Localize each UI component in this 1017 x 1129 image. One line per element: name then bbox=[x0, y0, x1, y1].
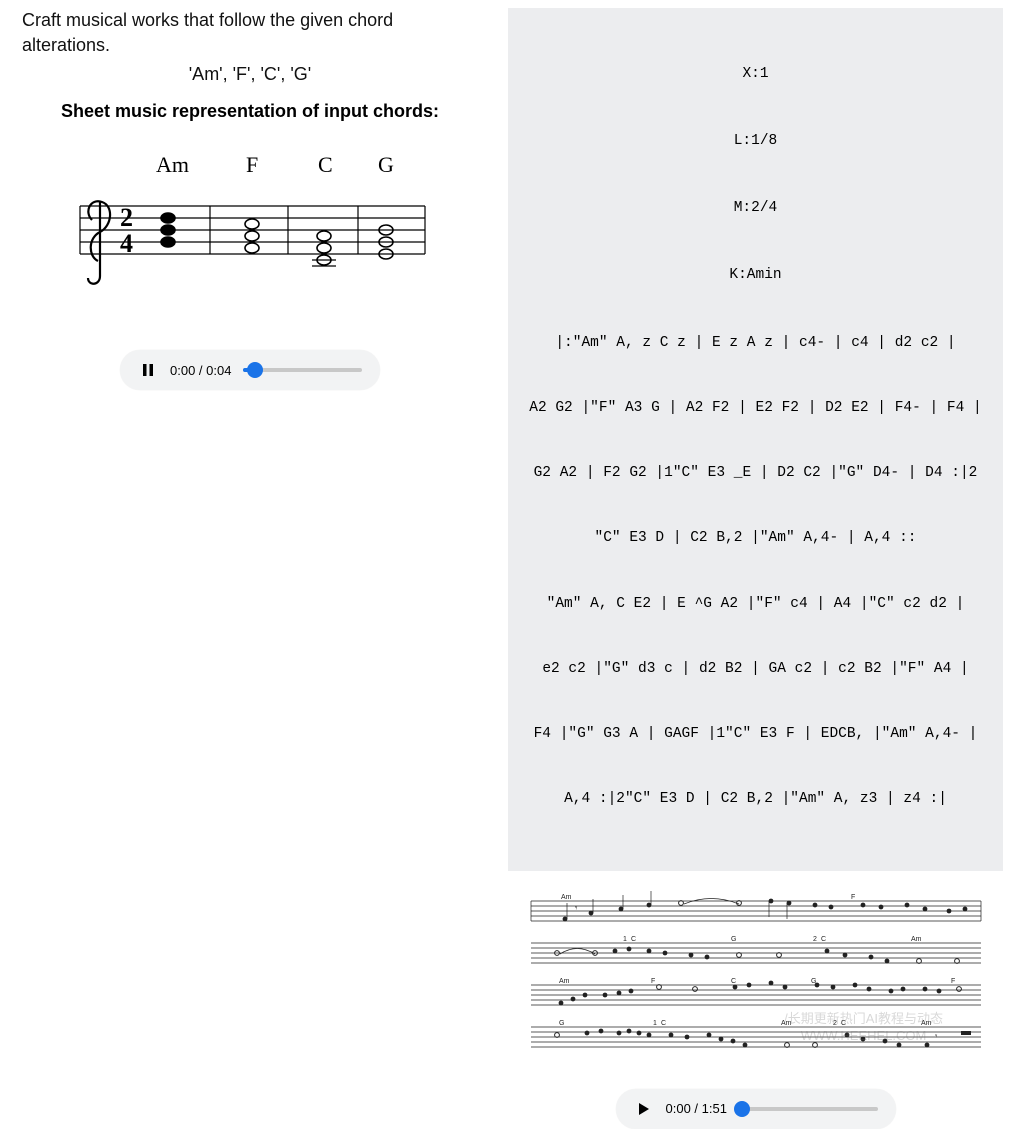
svg-text:C: C bbox=[841, 1020, 846, 1027]
left-panel: Craft musical works that follow the give… bbox=[0, 0, 500, 625]
chords-input: 'Am', 'F', 'C', 'G' bbox=[22, 64, 478, 85]
svg-text:F: F bbox=[951, 978, 955, 985]
pause-button[interactable] bbox=[138, 360, 158, 380]
abc-header-k: K:Amin bbox=[518, 265, 993, 287]
svg-text:Am: Am bbox=[781, 1020, 792, 1027]
svg-text:F: F bbox=[851, 894, 855, 901]
output-sheet-music: Am F 𝄾 bbox=[508, 889, 1003, 1069]
svg-text:𝄾: 𝄾 bbox=[575, 903, 578, 913]
svg-text:𝄾: 𝄾 bbox=[935, 1031, 938, 1041]
input-audio-time: 0:00 / 0:04 bbox=[170, 363, 231, 378]
abc-body-line: "C" E3 D | C2 B,2 |"Am" A,4- | A,4 :: bbox=[518, 528, 993, 550]
chord-c-notes bbox=[312, 231, 336, 266]
abc-header-x: X:1 bbox=[518, 64, 993, 86]
abc-body-line: "Am" A, C E2 | E ^G A2 |"F" c4 | A4 |"C"… bbox=[518, 594, 993, 616]
timesig-bottom: 4 bbox=[120, 229, 133, 258]
sheet-heading: Sheet music representation of input chor… bbox=[22, 101, 478, 122]
svg-text:F: F bbox=[651, 978, 655, 985]
chord-label-0: Am bbox=[156, 152, 189, 177]
abc-header-l: L:1/8 bbox=[518, 131, 993, 153]
chord-am-notes bbox=[161, 213, 175, 247]
svg-text:Am: Am bbox=[561, 894, 572, 901]
pause-icon bbox=[141, 363, 155, 377]
svg-text:Am: Am bbox=[911, 936, 922, 943]
chord-label-2: C bbox=[318, 152, 333, 177]
chord-label-1: F bbox=[246, 152, 258, 177]
abc-header-m: M:2/4 bbox=[518, 198, 993, 220]
svg-text:2: 2 bbox=[813, 936, 817, 943]
prompt-text: Craft musical works that follow the give… bbox=[22, 8, 478, 58]
chord-label-3: G bbox=[378, 152, 394, 177]
abc-body-line: F4 |"G" G3 A | GAGF |1"C" E3 F | EDCB, |… bbox=[518, 724, 993, 746]
abc-notation-block: X:1 L:1/8 M:2/4 K:Amin |:"Am" A, z C z |… bbox=[508, 8, 1003, 871]
output-audio-slider[interactable] bbox=[739, 1107, 878, 1111]
abc-body-line: A,4 :|2"C" E3 D | C2 B,2 |"Am" A, z3 | z… bbox=[518, 789, 993, 811]
play-button[interactable] bbox=[634, 1099, 654, 1119]
svg-text:G: G bbox=[559, 1020, 564, 1027]
abc-body-line: e2 c2 |"G" d3 c | d2 B2 | GA c2 | c2 B2 … bbox=[518, 659, 993, 681]
chord-f-notes bbox=[245, 219, 259, 253]
output-audio-time: 0:00 / 1:51 bbox=[666, 1101, 727, 1116]
svg-text:1: 1 bbox=[653, 1020, 657, 1027]
play-icon bbox=[637, 1102, 651, 1116]
output-audio-player: 0:00 / 1:51 bbox=[616, 1089, 896, 1129]
svg-text:C: C bbox=[731, 978, 736, 985]
input-audio-slider[interactable] bbox=[243, 368, 362, 372]
svg-text:Am: Am bbox=[559, 978, 570, 985]
right-panel: X:1 L:1/8 M:2/4 K:Amin |:"Am" A, z C z |… bbox=[500, 0, 1017, 625]
abc-body-line: G2 A2 | F2 G2 |1"C" E3 _E | D2 C2 |"G" D… bbox=[518, 463, 993, 485]
svg-text:C: C bbox=[821, 936, 826, 943]
svg-text:1: 1 bbox=[623, 936, 627, 943]
input-sheet-music: Am F C G 2 4 bbox=[22, 146, 478, 306]
input-audio-player: 0:00 / 0:04 bbox=[120, 350, 380, 390]
abc-body-line: |:"Am" A, z C z | E z A z | c4- | c4 | d… bbox=[518, 333, 993, 355]
svg-text:C: C bbox=[631, 936, 636, 943]
abc-body-line: A2 G2 |"F" A3 G | A2 F2 | E2 F2 | D2 E2 … bbox=[518, 398, 993, 420]
timesig-top: 2 bbox=[120, 203, 133, 232]
svg-text:Am: Am bbox=[921, 1020, 932, 1027]
svg-text:2: 2 bbox=[833, 1020, 837, 1027]
svg-text:C: C bbox=[661, 1020, 666, 1027]
svg-text:G: G bbox=[731, 936, 736, 943]
